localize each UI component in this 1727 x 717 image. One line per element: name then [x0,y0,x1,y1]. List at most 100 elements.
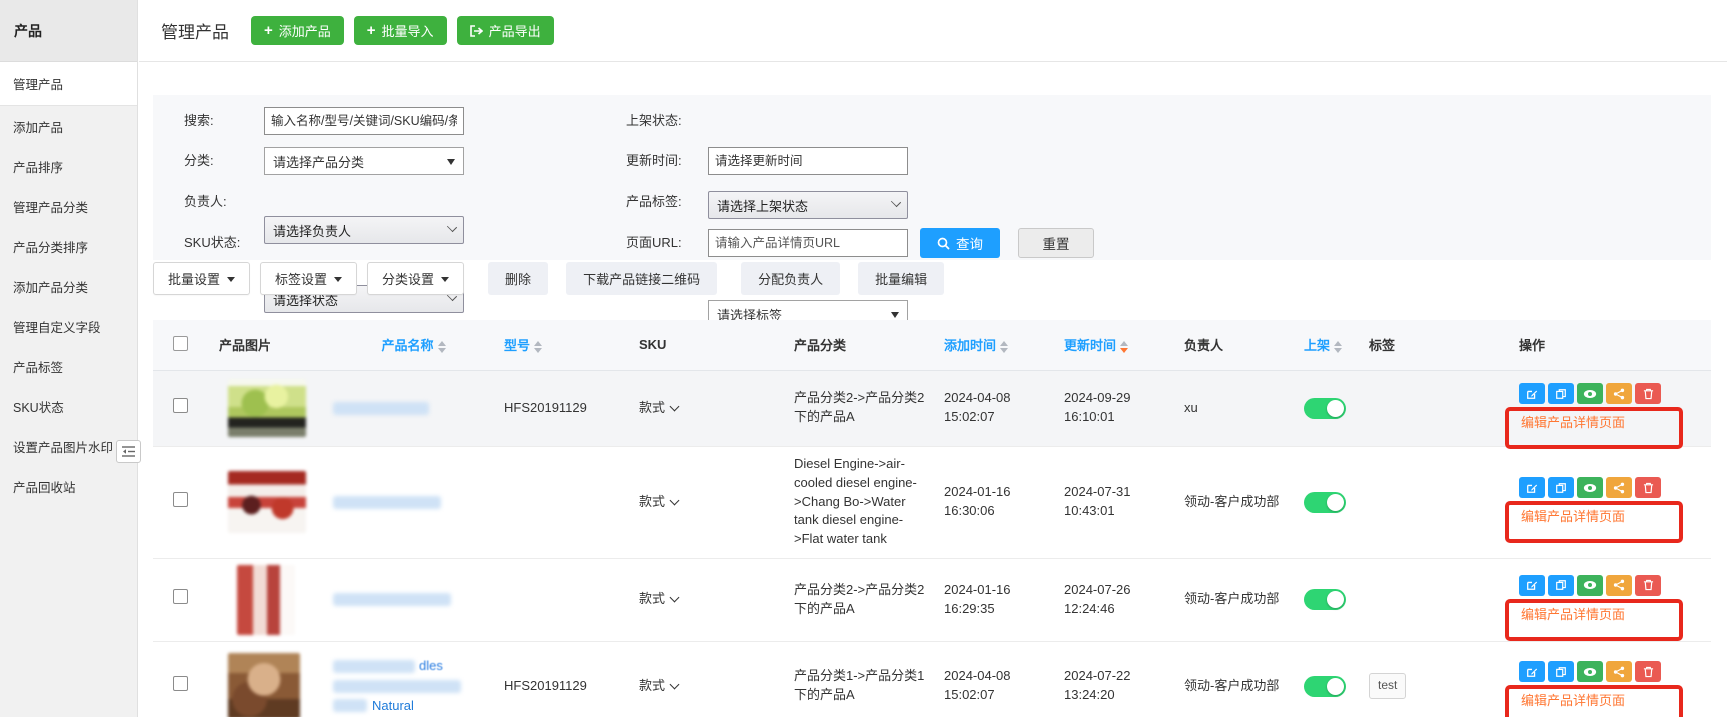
row-checkbox[interactable] [173,676,188,691]
sidebar-item-product-tags[interactable]: 产品标签 [0,346,137,386]
copy-icon[interactable] [1548,477,1574,498]
header-product-image: 产品图片 [211,320,331,370]
share-icon[interactable] [1606,383,1632,404]
shelf-status-select[interactable]: 请选择上架状态 [708,191,908,219]
query-button[interactable]: 查询 [920,228,1000,258]
delete-button[interactable]: 删除 [488,262,548,295]
product-image[interactable] [237,565,295,635]
copy-icon[interactable] [1548,575,1574,596]
view-icon[interactable] [1577,575,1603,596]
sidebar-collapse-icon[interactable] [116,440,141,463]
tag-set-dropdown[interactable]: 标签设置 [260,262,357,295]
plus-icon: + [367,23,376,38]
sidebar-item-sku-status[interactable]: SKU状态 [0,386,137,426]
delete-icon[interactable] [1635,383,1661,404]
filter-panel: 搜索: 分类: 请选择产品分类 负责人: 请选择负责人 SKU状态: 请选择状态… [153,95,1711,260]
edit-detail-page-link[interactable]: 编辑产品详情页面 [1521,606,1625,625]
product-image[interactable] [228,653,300,717]
sort-icon [1334,341,1342,353]
caret-down-icon [441,277,449,282]
page-url-input[interactable] [708,229,908,257]
product-name-redacted[interactable] [333,402,429,415]
delete-icon[interactable] [1635,575,1661,596]
caret-down-icon [227,277,235,282]
sort-desc-icon [1120,341,1128,353]
category-select[interactable]: 请选择产品分类 [264,147,464,175]
page-header: 管理产品 + 添加产品 + 批量导入 产品导出 [139,0,1727,62]
sidebar-item-category-sort[interactable]: 产品分类排序 [0,226,137,266]
view-icon[interactable] [1577,661,1603,682]
share-icon[interactable] [1606,477,1632,498]
share-icon[interactable] [1606,575,1632,596]
shelf-toggle-on[interactable] [1304,492,1346,513]
delete-icon[interactable] [1635,477,1661,498]
table-header-row: 产品图片 产品名称 型号 SKU 产品分类 添加时间 更新时间 负责人 上架 标… [153,320,1711,370]
update-time-input[interactable] [708,147,908,175]
view-icon[interactable] [1577,477,1603,498]
shelf-toggle-on[interactable] [1304,676,1346,697]
sku-style-dropdown[interactable]: 款式 [639,494,678,509]
select-all-checkbox[interactable] [173,336,188,351]
product-name-cell[interactable]: dles Natural [331,641,496,717]
header-added-time[interactable]: 添加时间 [936,320,1056,370]
assign-owner-button[interactable]: 分配负责人 [741,262,840,295]
row-checkbox[interactable] [173,398,188,413]
edit-detail-page-link[interactable]: 编辑产品详情页面 [1521,414,1625,433]
caret-down-icon [891,312,899,318]
sort-icon [1000,341,1008,353]
batch-import-button[interactable]: + 批量导入 [354,16,447,45]
header-product-name[interactable]: 产品名称 [331,320,496,370]
batch-set-dropdown[interactable]: 批量设置 [153,262,250,295]
sidebar-item-recycle-bin[interactable]: 产品回收站 [0,466,137,506]
share-icon[interactable] [1606,661,1632,682]
sku-style-dropdown[interactable]: 款式 [639,591,678,606]
edit-icon[interactable] [1519,477,1545,498]
sidebar-item-product-sort[interactable]: 产品排序 [0,146,137,186]
added-time-cell: 2024-01-1616:30:06 [936,446,1056,558]
product-image[interactable] [228,471,306,533]
edit-icon[interactable] [1519,575,1545,596]
sku-style-dropdown[interactable]: 款式 [639,678,678,693]
edit-icon[interactable] [1519,661,1545,682]
chevron-down-icon [670,401,680,411]
delete-icon[interactable] [1635,661,1661,682]
sidebar-item-manage-products[interactable]: 管理产品 [0,62,137,106]
search-input[interactable] [264,107,464,135]
view-icon[interactable] [1577,383,1603,404]
edit-detail-page-link[interactable]: 编辑产品详情页面 [1521,508,1625,527]
product-table: 产品图片 产品名称 型号 SKU 产品分类 添加时间 更新时间 负责人 上架 标… [153,320,1711,717]
header-model[interactable]: 型号 [496,320,631,370]
category-set-dropdown[interactable]: 分类设置 [367,262,464,295]
row-actions: 编辑产品详情页面 [1519,575,1691,625]
copy-icon[interactable] [1548,383,1574,404]
row-checkbox[interactable] [173,492,188,507]
product-name-redacted[interactable] [333,593,451,606]
export-product-button[interactable]: 产品导出 [457,16,554,45]
product-image[interactable] [228,379,306,437]
sidebar-item-custom-fields[interactable]: 管理自定义字段 [0,306,137,346]
row-actions: 编辑产品详情页面 [1519,477,1691,527]
shelf-toggle-on[interactable] [1304,398,1346,419]
model-cell [496,558,631,641]
shelf-toggle-on[interactable] [1304,589,1346,610]
add-product-button[interactable]: + 添加产品 [251,16,344,45]
edit-icon[interactable] [1519,383,1545,404]
edit-detail-page-link[interactable]: 编辑产品详情页面 [1521,692,1625,711]
sku-style-dropdown[interactable]: 款式 [639,400,678,415]
copy-icon[interactable] [1548,661,1574,682]
updated-time-cell: 2024-07-3110:43:01 [1056,446,1176,558]
sidebar-item-add-product[interactable]: 添加产品 [0,106,137,146]
header-updated-time[interactable]: 更新时间 [1056,320,1176,370]
owner-select[interactable]: 请选择负责人 [264,216,464,244]
sidebar-section-title: 产品 [0,0,137,62]
download-qr-button[interactable]: 下载产品链接二维码 [566,262,717,295]
row-checkbox[interactable] [173,589,188,604]
sidebar-item-manage-categories[interactable]: 管理产品分类 [0,186,137,226]
header-shelf[interactable]: 上架 [1296,320,1361,370]
batch-edit-button[interactable]: 批量编辑 [858,262,944,295]
reset-button[interactable]: 重置 [1018,228,1094,258]
chevron-down-icon [670,593,680,603]
chevron-down-icon [670,679,680,689]
product-name-redacted[interactable] [333,496,441,509]
sidebar-item-add-category[interactable]: 添加产品分类 [0,266,137,306]
